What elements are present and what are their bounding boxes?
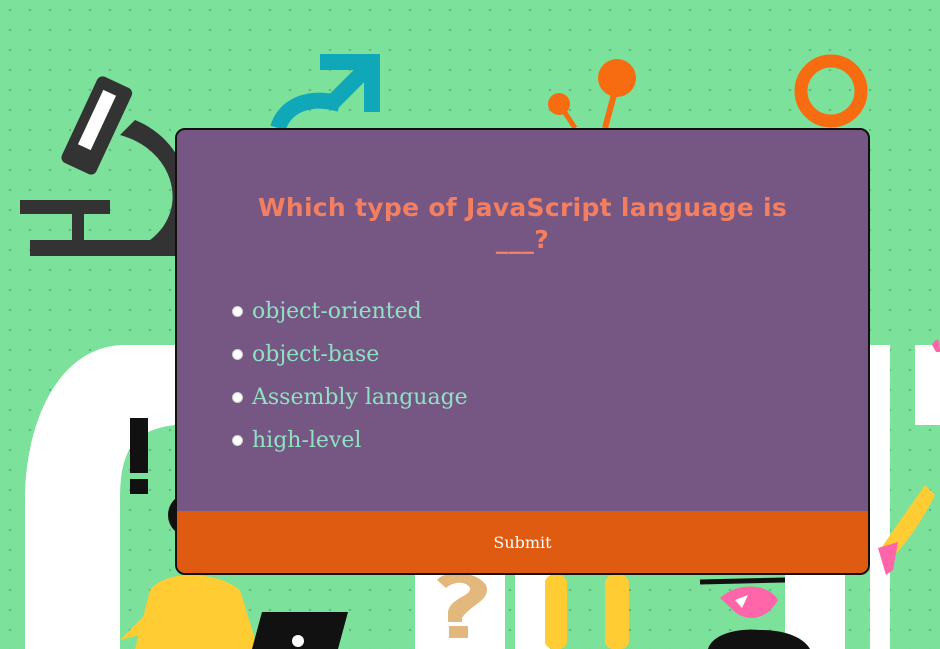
answer-option[interactable]: high-level xyxy=(232,419,468,462)
radio-button[interactable] xyxy=(232,392,243,403)
answer-list: object-oriented object-base Assembly lan… xyxy=(232,290,468,462)
answer-option[interactable]: object-oriented xyxy=(232,290,468,333)
quiz-question: Which type of JavaScript language is ___… xyxy=(257,193,788,254)
radio-button[interactable] xyxy=(232,306,243,317)
answer-option[interactable]: Assembly language xyxy=(232,376,468,419)
radio-button[interactable] xyxy=(232,435,243,446)
figure-legs xyxy=(545,575,629,649)
answer-label[interactable]: Assembly language xyxy=(252,383,468,413)
molecule-icon xyxy=(548,59,636,130)
exclamation-icon xyxy=(130,418,148,494)
answer-label[interactable]: object-base xyxy=(252,340,379,370)
answer-option[interactable]: object-base xyxy=(232,333,468,376)
submit-button[interactable]: Submit xyxy=(177,511,868,573)
answer-label[interactable]: object-oriented xyxy=(252,297,422,327)
radio-button[interactable] xyxy=(232,349,243,360)
microscope-icon xyxy=(20,76,190,256)
ring-icon xyxy=(794,54,868,128)
male-symbol-icon xyxy=(270,54,380,131)
answer-label[interactable]: high-level xyxy=(252,426,361,456)
quiz-card: Which type of JavaScript language is ___… xyxy=(175,128,870,575)
laptop-icon xyxy=(252,612,348,649)
